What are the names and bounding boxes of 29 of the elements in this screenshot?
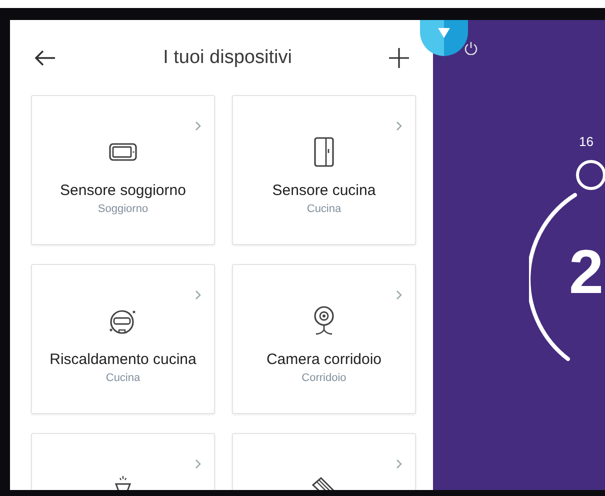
device-card[interactable]: Riscaldamento cucina Cucina bbox=[31, 264, 215, 414]
chevron-icon bbox=[195, 290, 201, 300]
device-room: Cucina bbox=[106, 372, 140, 384]
device-name: Riscaldamento cucina bbox=[50, 351, 196, 368]
chevron-icon bbox=[396, 290, 402, 300]
temperature-value: 2 bbox=[569, 242, 604, 304]
device-name: Camera corridoio bbox=[266, 351, 382, 368]
chevron-icon bbox=[396, 121, 402, 131]
device-room: Cucina bbox=[306, 203, 342, 215]
device-name: Sensore soggiorno bbox=[60, 182, 186, 199]
chevron-icon bbox=[195, 121, 201, 131]
robot-icon bbox=[108, 308, 138, 334]
device-card[interactable]: Sensore cucina Cucina bbox=[232, 95, 416, 245]
min-temperature: 16 bbox=[579, 134, 594, 149]
power-icon[interactable] bbox=[464, 41, 478, 55]
chevron-icon bbox=[195, 459, 201, 469]
device-card[interactable]: Camera corridoio Corridoio bbox=[232, 264, 416, 414]
display-icon bbox=[109, 143, 137, 161]
device-name: Sensore cucina bbox=[272, 182, 376, 199]
device-room: Corridoio bbox=[302, 372, 346, 384]
back-button[interactable] bbox=[34, 50, 56, 66]
door-icon bbox=[314, 137, 334, 167]
device-card[interactable]: Sensore soggiorno Soggiorno bbox=[31, 95, 215, 245]
add-button[interactable] bbox=[389, 48, 409, 68]
webcam-icon bbox=[313, 306, 335, 336]
dial-knob[interactable] bbox=[576, 160, 605, 190]
chevron-icon bbox=[396, 459, 402, 469]
page-title: I tuoi dispositivi bbox=[163, 46, 292, 68]
device-room: Soggiorno bbox=[98, 203, 148, 215]
